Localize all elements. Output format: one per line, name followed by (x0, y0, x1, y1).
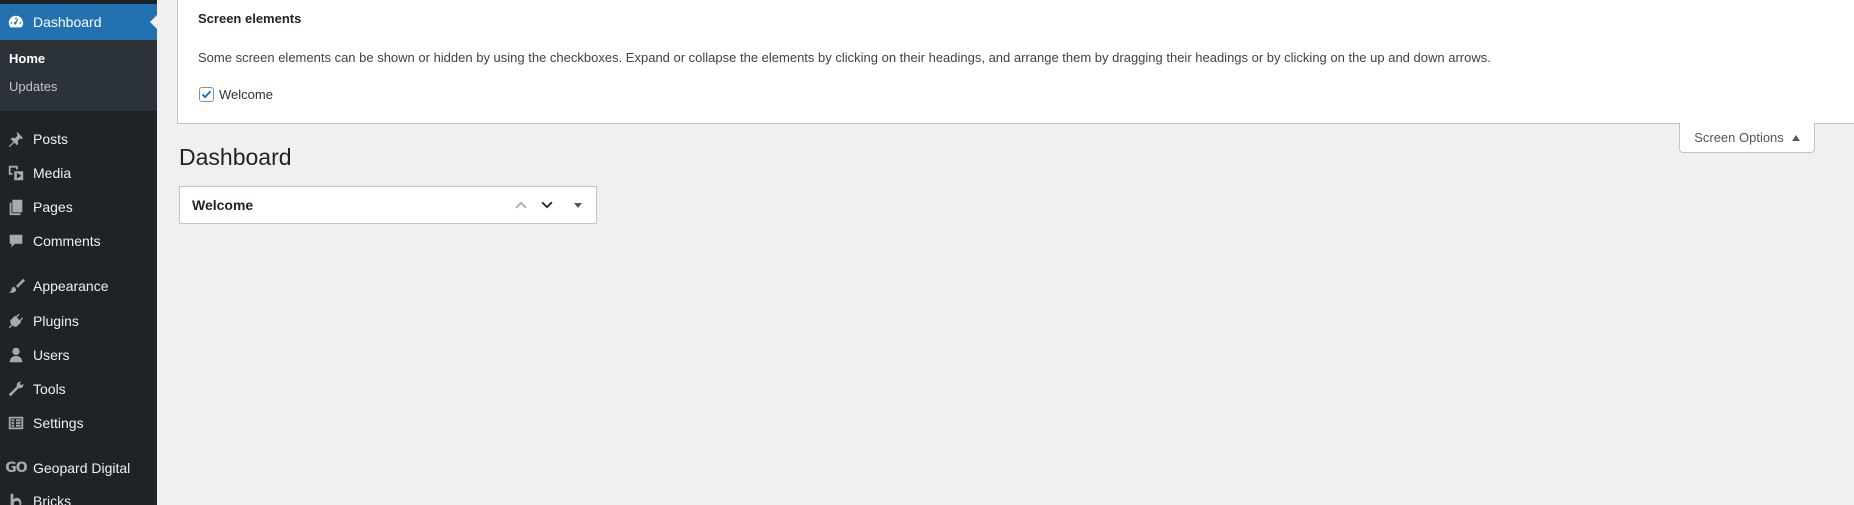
page-title: Dashboard (179, 144, 292, 170)
sidebar-item-plugins[interactable]: Plugins (0, 306, 157, 336)
screen-elements-description: Some screen elements can be shown or hid… (198, 50, 1491, 65)
settings-icon (6, 413, 26, 433)
current-menu-arrow (150, 15, 157, 29)
media-icon (6, 163, 26, 183)
welcome-checkbox[interactable] (199, 87, 214, 102)
sidebar-item-label: Plugins (33, 313, 79, 329)
dashboard-submenu: Home Updates (0, 40, 157, 111)
screen-options-label: Screen Options (1694, 130, 1784, 145)
sidebar-item-settings[interactable]: Settings (0, 408, 157, 438)
sidebar-item-users[interactable]: Users (0, 340, 157, 370)
sidebar-item-label: Appearance (33, 278, 109, 294)
sidebar-item-label: Media (33, 165, 72, 181)
comments-icon (6, 231, 26, 251)
toggle-panel-button[interactable] (567, 194, 589, 216)
checkmark-icon (201, 90, 212, 99)
go-logo-text: GO (5, 460, 27, 476)
submenu-item-updates[interactable]: Updates (9, 79, 57, 94)
go-logo-icon: GO (5, 458, 27, 478)
screen-options-toggle-button[interactable]: Screen Options (1679, 123, 1815, 153)
caret-down-icon (574, 203, 582, 208)
sidebar-item-label: Settings (33, 415, 84, 431)
sidebar-item-bricks[interactable]: Bricks (0, 486, 157, 505)
pages-icon (6, 197, 26, 217)
welcome-widget: Welcome (179, 186, 597, 224)
users-icon (6, 345, 26, 365)
welcome-checkbox-row[interactable]: Welcome (199, 87, 273, 102)
welcome-widget-title[interactable]: Welcome (192, 197, 253, 213)
sidebar-item-posts[interactable]: Posts (0, 124, 157, 154)
move-down-button[interactable] (536, 194, 558, 216)
screen-elements-title: Screen elements (198, 11, 302, 26)
move-up-button[interactable] (510, 194, 532, 216)
submenu-item-home[interactable]: Home (9, 51, 45, 66)
sidebar-item-label: Comments (33, 233, 101, 249)
sidebar-item-label: Tools (33, 381, 66, 397)
sidebar-item-label: Pages (33, 199, 73, 215)
welcome-checkbox-label: Welcome (219, 87, 273, 102)
dashboard-icon (6, 12, 26, 32)
wrench-icon (6, 379, 26, 399)
chevron-up-icon (515, 201, 527, 209)
sidebar-item-comments[interactable]: Comments (0, 226, 157, 256)
sidebar-item-tools[interactable]: Tools (0, 374, 157, 404)
paintbrush-icon (6, 276, 26, 296)
sidebar-item-label: Bricks (33, 493, 72, 505)
sidebar-item-pages[interactable]: Pages (0, 192, 157, 222)
plugin-icon (6, 311, 26, 331)
sidebar-item-geopard-digital[interactable]: GO Geopard Digital (0, 453, 157, 483)
bricks-icon (6, 491, 26, 505)
sidebar-item-label: Geopard Digital (33, 460, 131, 476)
caret-up-icon (1791, 134, 1800, 141)
sidebar-item-appearance[interactable]: Appearance (0, 271, 157, 301)
pushpin-icon (6, 129, 26, 149)
admin-sidebar: Dashboard Home Updates Posts Media Pages… (0, 0, 157, 505)
sidebar-item-label: Posts (33, 131, 69, 147)
sidebar-item-label: Users (33, 347, 70, 363)
sidebar-item-dashboard[interactable]: Dashboard (0, 4, 157, 40)
sidebar-item-label: Dashboard (33, 14, 102, 30)
screen-options-panel: Screen elements Some screen elements can… (177, 0, 1854, 124)
chevron-down-icon (541, 201, 553, 209)
sidebar-item-media[interactable]: Media (0, 158, 157, 188)
